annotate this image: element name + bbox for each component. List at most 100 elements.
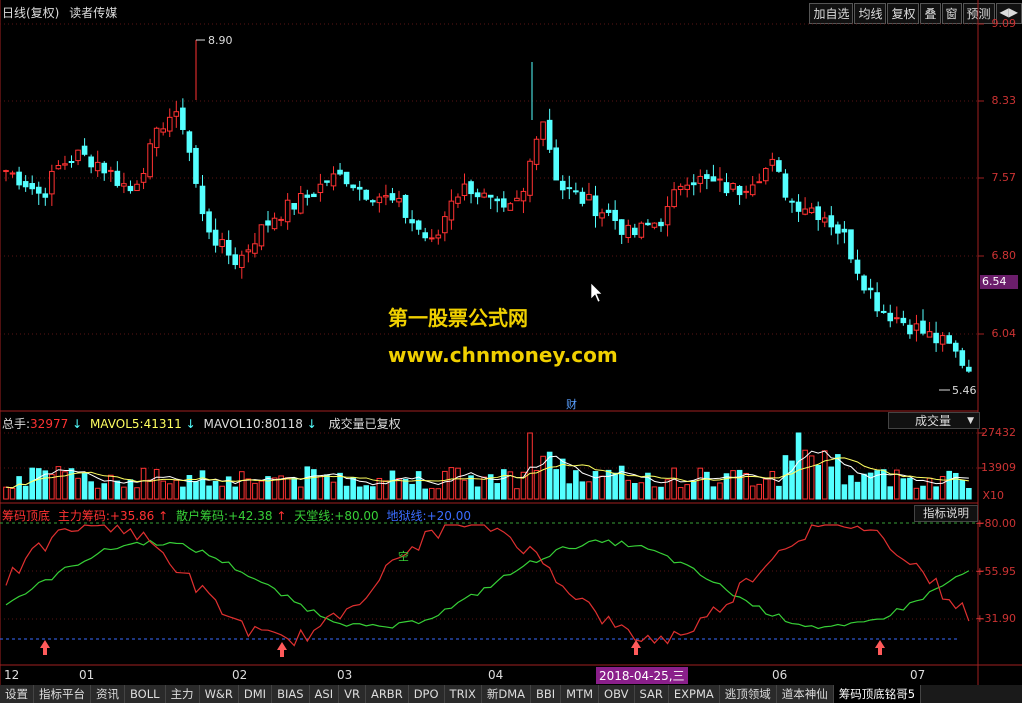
candle-body: [697, 175, 704, 184]
volume-bar: [121, 486, 127, 500]
heaven-value: +80.00: [334, 509, 379, 523]
volume-bar: [442, 470, 448, 500]
candle-body: [520, 190, 527, 202]
candle-body: [127, 185, 134, 192]
volume-bar: [101, 483, 108, 500]
candle-body: [579, 191, 586, 204]
tab-item[interactable]: 逃顶领域: [719, 685, 777, 703]
volume-bar: [553, 469, 560, 500]
volume-bar: [907, 477, 913, 500]
volume-bar: [651, 486, 658, 500]
candle-body: [671, 189, 677, 208]
finance-mark[interactable]: 财: [566, 396, 577, 412]
tab-item[interactable]: EXPMA: [668, 685, 720, 703]
volume-bar: [108, 474, 114, 500]
tab-item[interactable]: 新DMA: [481, 685, 531, 703]
tab-item[interactable]: DPO: [408, 685, 445, 703]
down-arrow-icon: ↓: [306, 417, 317, 431]
cursor-date-badge: 2018-04-25,三: [596, 667, 688, 684]
candle-body: [763, 168, 769, 182]
tab-item[interactable]: DMI: [238, 685, 273, 703]
volume-bar: [704, 471, 710, 500]
tab-item[interactable]: BOLL: [125, 685, 166, 703]
buy-signal-icon: [280, 650, 284, 657]
candle-body: [428, 237, 435, 240]
indicator-tick: +31.90: [975, 612, 1016, 625]
main-value: +35.86: [109, 509, 155, 523]
x-label: 04: [488, 668, 504, 682]
watermark-url: www.chnmoney.com: [388, 343, 618, 367]
candle-body: [736, 185, 743, 196]
indicator-select[interactable]: 成交量 ▼: [888, 412, 980, 429]
volume-bar: [808, 455, 815, 500]
volume-bar: [363, 485, 370, 500]
volume-bar: [815, 464, 822, 500]
candle-body: [618, 219, 625, 235]
mavol10-label: MAVOL10:: [203, 417, 265, 431]
candle-body: [219, 239, 225, 247]
high-annotation: 8.90: [208, 34, 233, 47]
volume-bar: [173, 479, 180, 500]
tab-item[interactable]: OBV: [599, 685, 635, 703]
volume-bar: [533, 469, 540, 500]
tab-item[interactable]: MTM: [561, 685, 600, 703]
tab-item[interactable]: ASI: [309, 685, 340, 703]
candle-body: [952, 342, 959, 352]
volume-bar: [245, 478, 252, 500]
tab-item[interactable]: TRIX: [444, 685, 482, 703]
candle-body: [939, 335, 946, 345]
candle-body: [487, 194, 494, 198]
volume-bar: [68, 468, 75, 500]
tab-item[interactable]: VR: [339, 685, 366, 703]
candle-body: [894, 317, 900, 320]
tab-item[interactable]: 主力: [165, 685, 200, 703]
retail-value: +42.38: [228, 509, 273, 523]
indicator-help-button[interactable]: 指标说明: [914, 505, 978, 522]
candle-body: [468, 181, 474, 195]
tab-item[interactable]: 资讯: [91, 685, 125, 703]
candle-body: [206, 211, 212, 233]
x-label: 01: [79, 668, 95, 682]
volume-bar: [88, 481, 94, 500]
candle-body: [81, 145, 88, 155]
candle-body: [632, 227, 638, 236]
volume-bar: [75, 477, 81, 500]
candle-body: [166, 116, 173, 132]
candle-body: [874, 292, 880, 312]
volume-bar: [370, 486, 376, 500]
candle-body: [612, 209, 618, 221]
candle-body: [311, 193, 317, 198]
heaven-label: 天堂线:: [294, 509, 335, 523]
candle-body: [448, 200, 455, 221]
candle-body: [225, 239, 232, 256]
candle-body: [3, 170, 9, 173]
tab-item[interactable]: ARBR: [365, 685, 409, 703]
candle-body: [337, 169, 343, 175]
candle-body: [540, 121, 546, 140]
tab-item[interactable]: 道本神仙: [776, 685, 834, 703]
watermark-title: 第一股票公式网: [388, 306, 528, 330]
volume-bar: [658, 486, 664, 500]
volume-bar: [343, 485, 350, 500]
tab-item[interactable]: W&R: [199, 685, 239, 703]
candle-body: [304, 194, 311, 198]
candle-body: [22, 181, 29, 188]
volume-bar: [376, 477, 383, 500]
tab-item[interactable]: BIAS: [272, 685, 310, 703]
volume-bar: [55, 466, 62, 500]
volume-bar: [821, 450, 828, 500]
tab-item[interactable]: BBI: [531, 685, 562, 703]
mavol10-value: 80118: [264, 417, 303, 431]
volume-bar: [638, 482, 645, 500]
candle-body: [481, 192, 487, 198]
volume-bar: [690, 480, 697, 500]
tab-item[interactable]: 指标平台: [34, 685, 91, 703]
candle-body: [815, 206, 822, 221]
tab-item[interactable]: SAR: [634, 685, 669, 703]
candle-body: [258, 224, 265, 247]
candle-body: [35, 186, 42, 194]
tab-item[interactable]: 设置: [0, 685, 34, 703]
volume-bar: [514, 488, 520, 500]
tab-item[interactable]: 筹码顶底铭哥5: [833, 685, 922, 703]
volume-bar: [160, 480, 166, 500]
